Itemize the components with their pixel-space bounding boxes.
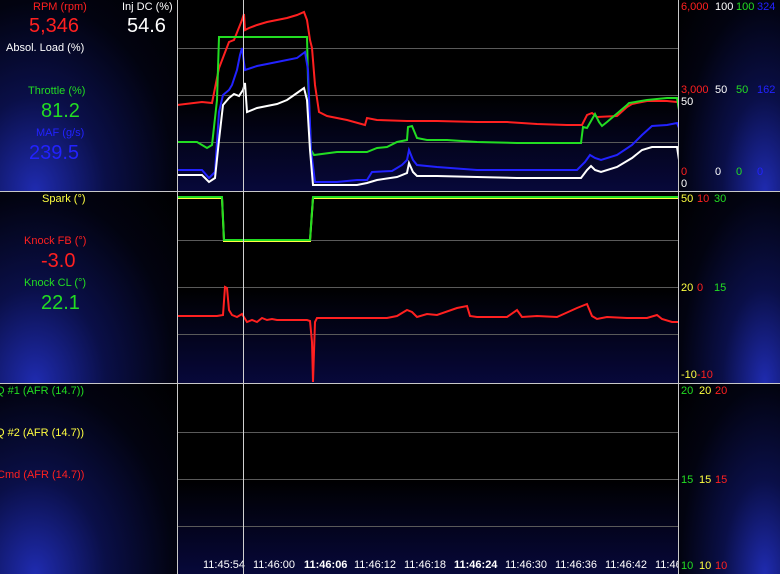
maf-label[interactable]: MAF (g/s) <box>36 127 84 139</box>
panel-engine: RPM (rpm) 5,346 Absol. Load (%) Throttle… <box>0 0 780 191</box>
time-tick: 11:46:12 <box>354 559 397 571</box>
scale-right-afr: 20 20 20 15 15 15 10 10 10 <box>679 384 780 574</box>
scale-afr2-min: 10 <box>699 560 712 572</box>
legend-left-engine: RPM (rpm) 5,346 Absol. Load (%) Throttle… <box>0 0 177 191</box>
spark-trace <box>177 197 679 242</box>
scale-rpm-mid: 3,000 <box>681 84 709 96</box>
scale-knockfb-max: 10 <box>697 193 710 205</box>
scale-maf-min: 0 <box>757 166 764 178</box>
time-tick: 11:46:30 <box>505 559 548 571</box>
knock-cl-value: 22.1 <box>41 292 80 314</box>
plot-afr[interactable]: 11:45:54 11:46:00 11:46:06 11:46:12 11:4… <box>177 384 679 574</box>
knock-fb-label[interactable]: Knock FB (°) <box>24 235 86 247</box>
legend-left-afr: Q #1 (AFR (14.7)) Q #2 (AFR (14.7)) Cmd … <box>0 384 177 574</box>
scale-inj-min: 0 <box>681 178 688 190</box>
knock-fb-trace <box>177 285 679 383</box>
scale-afr1-mid: 15 <box>681 474 694 486</box>
scale-afr2-mid: 15 <box>699 474 712 486</box>
absol-load-label[interactable]: Absol. Load (%) <box>6 42 84 54</box>
time-cursor[interactable] <box>243 0 244 574</box>
scale-afrcmd-min: 10 <box>715 560 728 572</box>
inj-dc-value: 54.6 <box>127 15 166 37</box>
time-tick: 11:46:06 <box>304 559 348 571</box>
time-tick: 11:46:36 <box>555 559 598 571</box>
scale-knockcl-mid: 15 <box>714 282 727 294</box>
scale-inj-mid: 50 <box>681 96 694 108</box>
knock-cl-trace <box>177 196 679 241</box>
scale-rpm-max: 6,000 <box>681 1 709 13</box>
time-tick: 11:46 <box>655 559 679 571</box>
scale-rpm-min: 0 <box>681 166 688 178</box>
load-trace <box>177 82 679 186</box>
afr1-label[interactable]: Q #1 (AFR (14.7)) <box>0 385 84 397</box>
gridline <box>177 479 679 480</box>
time-tick: 11:45:54 <box>203 559 246 571</box>
time-tick: 11:46:18 <box>404 559 447 571</box>
throttle-value: 81.2 <box>41 100 80 122</box>
plot-engine[interactable] <box>177 0 679 191</box>
legend-left-ignition: Spark (°) Knock FB (°) -3.0 Knock CL (°)… <box>0 192 177 383</box>
scale-throttle-mid: 50 <box>736 84 749 96</box>
spark-label[interactable]: Spark (°) <box>42 193 86 205</box>
scale-spark-max: 50 <box>681 193 694 205</box>
time-tick: 11:46:42 <box>605 559 648 571</box>
ignition-traces <box>177 196 679 383</box>
panel-ignition: Spark (°) Knock FB (°) -3.0 Knock CL (°)… <box>0 192 780 383</box>
scale-afr1-min: 10 <box>681 560 694 572</box>
scale-knockcl-max: 30 <box>714 193 727 205</box>
afr2-label[interactable]: Q #2 (AFR (14.7)) <box>0 427 84 439</box>
rpm-value: 5,346 <box>29 15 80 37</box>
scale-load-max: 100 <box>715 1 734 13</box>
gridline <box>177 526 679 527</box>
afrcmd-label[interactable]: Cmd (AFR (14.7)) <box>0 469 84 481</box>
scale-right-ignition: 50 10 30 20 0 15 -10 -10 <box>679 192 780 383</box>
scale-spark-mid: 20 <box>681 282 694 294</box>
knock-fb-value: -3.0 <box>41 250 76 272</box>
scale-afr2-max: 20 <box>699 385 712 397</box>
scale-knockfb-min: -10 <box>697 369 713 381</box>
scale-throttle-min: 0 <box>736 166 743 178</box>
scale-knockfb-mid: 0 <box>697 282 704 294</box>
rpm-label[interactable]: RPM (rpm) <box>33 1 87 13</box>
throttle-trace <box>177 36 679 157</box>
scale-afr1-max: 20 <box>681 385 694 397</box>
scale-afrcmd-max: 20 <box>715 385 728 397</box>
time-tick: 11:46:24 <box>454 559 498 571</box>
scale-spark-min: -10 <box>681 369 697 381</box>
panel-afr: Q #1 (AFR (14.7)) Q #2 (AFR (14.7)) Cmd … <box>0 384 780 574</box>
maf-value: 239.5 <box>29 142 80 164</box>
knock-cl-label[interactable]: Knock CL (°) <box>24 277 86 289</box>
gridline <box>177 432 679 433</box>
time-tick: 11:46:00 <box>253 559 296 571</box>
plot-ignition[interactable] <box>177 192 679 383</box>
scale-load-min: 0 <box>715 166 722 178</box>
engine-traces <box>177 10 679 186</box>
plot-left-border <box>177 0 178 574</box>
scale-right-engine: 6,000 100 100 324 3,000 50 50 162 50 0 0… <box>679 0 780 191</box>
maf-trace <box>177 47 679 183</box>
scale-maf-mid: 162 <box>757 84 776 96</box>
scale-load-mid: 50 <box>715 84 728 96</box>
scale-maf-max: 324 <box>757 1 776 13</box>
inj-dc-label[interactable]: Inj DC (%) <box>122 1 173 13</box>
scale-throttle-max: 100 <box>736 1 755 13</box>
throttle-label[interactable]: Throttle (%) <box>28 85 85 97</box>
plot-right-border <box>678 0 679 574</box>
scale-afrcmd-mid: 15 <box>715 474 728 486</box>
